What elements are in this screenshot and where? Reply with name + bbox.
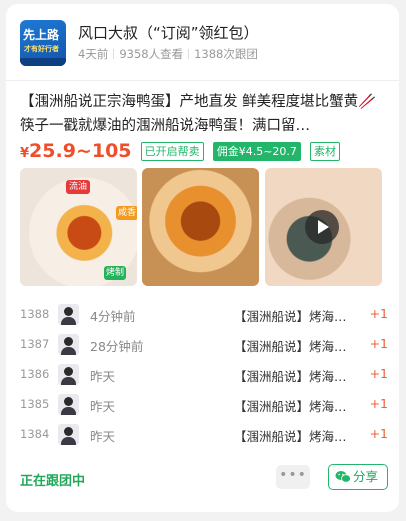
follow-time: 昨天 — [90, 369, 116, 384]
follow-qty: +1 — [369, 426, 388, 441]
meta-separator — [113, 49, 115, 59]
price-row: ¥25.9~105 已开启帮卖 佣金¥4.5~20.7 素材 — [20, 140, 390, 164]
resell-tag: 已开启帮卖 — [140, 141, 204, 161]
follow-count: 1388次跟团 — [194, 47, 258, 61]
play-icon[interactable] — [305, 210, 339, 244]
card-footer: 正在跟团中 ••• 分享 — [20, 464, 388, 492]
shop-title[interactable]: 风口大叔（“订阅”领红包） — [78, 22, 259, 43]
follow-time: 昨天 — [90, 429, 116, 444]
follow-list: 1388 4分钟前 【涠洲船说】烤海… +1 1387 28分钟前 【涠洲船说】… — [20, 300, 388, 450]
follow-time: 28分钟前 — [90, 339, 144, 354]
list-item: 1387 28分钟前 【涠洲船说】烤海… +1 — [20, 330, 388, 360]
list-item: 1385 昨天 【涠洲船说】烤海… +1 — [20, 390, 388, 420]
follow-qty: +1 — [369, 396, 388, 411]
follow-number: 1385 — [20, 397, 50, 411]
follow-number: 1387 — [20, 337, 50, 351]
avatar[interactable] — [58, 334, 79, 355]
shop-logo[interactable]: 先上路 才有好行者 — [20, 20, 66, 66]
post-time: 4天前 — [78, 47, 109, 61]
follow-qty: +1 — [369, 306, 388, 321]
follow-item: 【涠洲船说】烤海… — [234, 369, 347, 384]
follow-number: 1388 — [20, 307, 50, 321]
commission-tag: 佣金¥4.5~20.7 — [212, 141, 301, 161]
header-divider — [6, 80, 399, 81]
product-image-2[interactable] — [142, 168, 259, 286]
group-buy-card[interactable]: 先上路 才有好行者 风口大叔（“订阅”领红包） 4天前 9358人查看 1388次跟… — [6, 4, 399, 512]
logo-band — [20, 58, 66, 66]
more-button[interactable]: ••• — [276, 465, 310, 489]
follow-item: 【涠洲船说】烤海… — [234, 399, 347, 414]
avatar[interactable] — [58, 364, 79, 385]
wechat-icon — [335, 471, 351, 483]
avatar[interactable] — [58, 394, 79, 415]
follow-item: 【涠洲船说】烤海… — [234, 309, 347, 324]
product-price: ¥25.9~105 — [20, 140, 132, 162]
share-button[interactable]: 分享 — [328, 464, 388, 490]
image-badge: 烤制 — [104, 266, 126, 280]
image-badge: 咸香 — [116, 206, 137, 220]
price-currency: ¥ — [20, 146, 30, 161]
list-item: 1384 昨天 【涠洲船说】烤海… +1 — [20, 420, 388, 450]
logo-text: 先上路 — [23, 28, 60, 42]
material-tag[interactable]: 素材 — [310, 141, 340, 161]
follow-number: 1386 — [20, 367, 50, 381]
list-item: 1388 4分钟前 【涠洲船说】烤海… +1 — [20, 300, 388, 330]
product-image-1[interactable]: 流油 咸香 烤制 — [20, 168, 137, 286]
share-label: 分享 — [353, 469, 379, 484]
follow-qty: +1 — [369, 336, 388, 351]
product-video[interactable] — [265, 168, 382, 286]
meta-separator — [188, 49, 190, 59]
avatar[interactable] — [58, 304, 79, 325]
product-title[interactable]: 【涠洲船说正宗海鸭蛋】产地直发 鲜美程度堪比蟹黄🥢筷子一戳就爆油的涠洲船说海鸭蛋… — [20, 90, 384, 138]
view-count: 9358人查看 — [119, 47, 184, 61]
post-meta: 4天前 9358人查看 1388次跟团 — [78, 46, 258, 62]
avatar[interactable] — [58, 424, 79, 445]
logo-subtext: 才有好行者 — [24, 45, 59, 53]
follow-time: 昨天 — [90, 399, 116, 414]
follow-qty: +1 — [369, 366, 388, 381]
follow-status: 正在跟团中 — [20, 474, 86, 489]
follow-time: 4分钟前 — [90, 309, 136, 324]
image-badge: 流油 — [66, 180, 90, 194]
follow-number: 1384 — [20, 427, 50, 441]
price-range: 25.9~105 — [29, 140, 132, 162]
card-header: 先上路 才有好行者 风口大叔（“订阅”领红包） 4天前 9358人查看 1388次跟… — [20, 20, 390, 66]
product-gallery: 流油 咸香 烤制 — [20, 168, 388, 288]
follow-item: 【涠洲船说】烤海… — [234, 429, 347, 444]
follow-item: 【涠洲船说】烤海… — [234, 339, 347, 354]
list-item: 1386 昨天 【涠洲船说】烤海… +1 — [20, 360, 388, 390]
